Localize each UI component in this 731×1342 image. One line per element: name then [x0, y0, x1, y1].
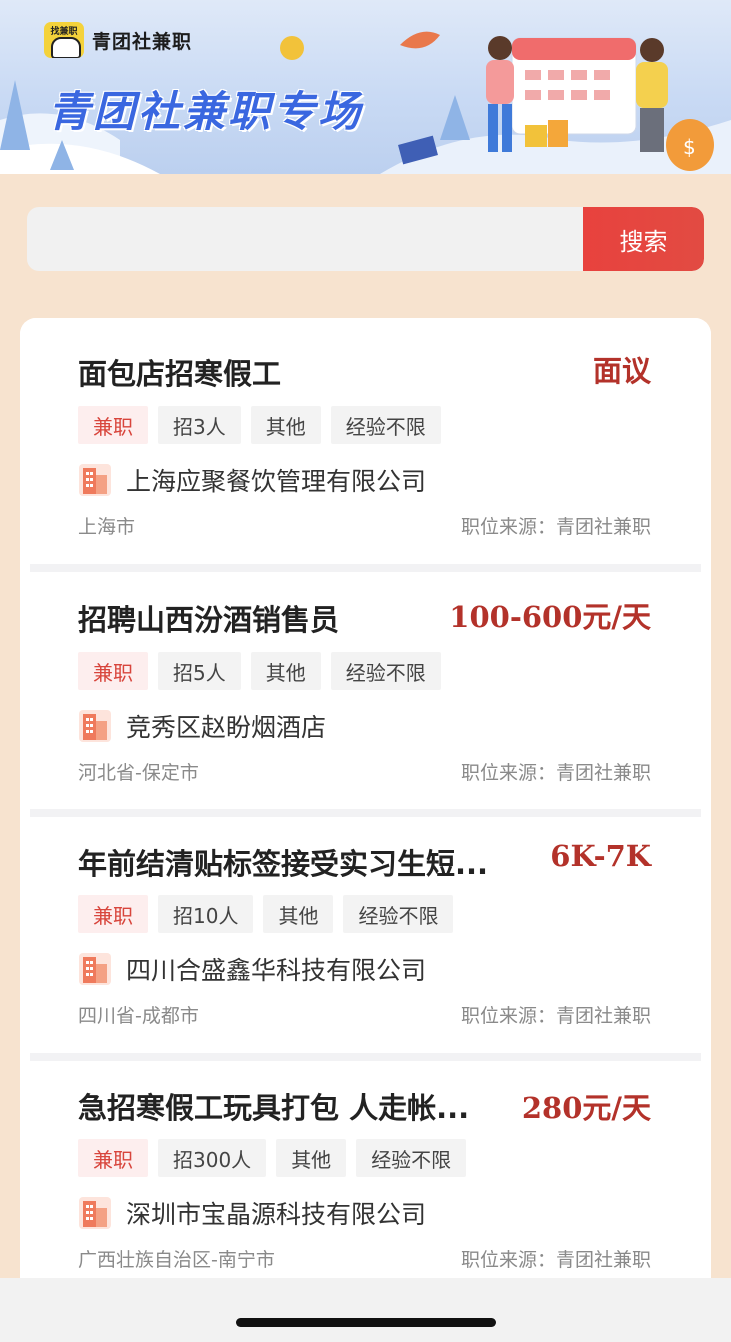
top-banner[interactable]: $ 找兼职 青团社兼职 青团社兼职专场 — [0, 0, 731, 174]
brand-badge-text: 找兼职 — [50, 27, 78, 37]
tag-headcount: 招3人 — [158, 406, 241, 444]
job-tags: 兼职 招5人 其他 经验不限 — [78, 652, 441, 690]
tag-category: 其他 — [263, 895, 334, 933]
job-location: 广西壮族自治区-南宁市 — [78, 1249, 275, 1271]
card-divider — [30, 1053, 701, 1061]
tag-headcount: 招5人 — [158, 652, 241, 690]
card-divider — [30, 564, 701, 572]
banner-title: 青团社兼职专场 — [48, 87, 364, 136]
job-salary: 100-600元/天 — [449, 600, 651, 634]
job-tags: 兼职 招300人 其他 经验不限 — [78, 1139, 467, 1177]
tag-type: 兼职 — [78, 895, 148, 933]
job-card[interactable]: 年前结清贴标签接受实习生短... 6K-7K 兼职 招10人 其他 经验不限 四… — [20, 817, 711, 1057]
tag-category: 其他 — [250, 652, 321, 690]
search-bar: 搜索 — [27, 207, 704, 271]
job-tags: 兼职 招3人 其他 经验不限 — [78, 406, 441, 444]
tag-type: 兼职 — [78, 406, 148, 444]
building-icon — [79, 710, 111, 742]
building-icon — [79, 1197, 111, 1229]
tag-category: 其他 — [250, 406, 321, 444]
job-card[interactable]: 急招寒假工玩具打包 人走帐... 280元/天 兼职 招300人 其他 经验不限… — [20, 1061, 711, 1298]
company-row: 竞秀区赵盼烟酒店 — [78, 708, 326, 744]
job-location: 河北省-保定市 — [78, 762, 199, 784]
job-source: 职位来源：青团社兼职 — [460, 762, 651, 784]
brand-name: 青团社兼职 — [92, 30, 193, 53]
job-location: 四川省-成都市 — [78, 1005, 199, 1027]
card-divider — [30, 809, 701, 817]
job-source: 职位来源：青团社兼职 — [460, 1005, 651, 1027]
job-source: 职位来源：青团社兼职 — [460, 516, 651, 538]
search-input[interactable] — [27, 207, 583, 271]
job-card[interactable]: 面包店招寒假工 面议 兼职 招3人 其他 经验不限 上海应聚餐饮管理有限公司 上… — [20, 318, 711, 558]
job-title: 招聘山西汾酒销售员 — [78, 603, 340, 637]
tag-experience: 经验不限 — [356, 1139, 467, 1177]
job-list: 面包店招寒假工 面议 兼职 招3人 其他 经验不限 上海应聚餐饮管理有限公司 上… — [20, 318, 711, 1298]
company-name: 四川合盛鑫华科技有限公司 — [126, 956, 427, 985]
tag-experience: 经验不限 — [330, 652, 441, 690]
job-salary: 280元/天 — [521, 1091, 651, 1125]
job-location: 上海市 — [78, 516, 136, 538]
job-source: 职位来源：青团社兼职 — [460, 1249, 651, 1271]
brand-logo: 找兼职 — [44, 22, 84, 58]
tag-category: 其他 — [276, 1139, 347, 1177]
building-icon — [79, 464, 111, 496]
company-name: 上海应聚餐饮管理有限公司 — [126, 467, 427, 496]
brand: 找兼职 青团社兼职 — [44, 22, 192, 58]
job-salary: 面议 — [592, 354, 651, 388]
job-card[interactable]: 招聘山西汾酒销售员 100-600元/天 兼职 招5人 其他 经验不限 竞秀区赵… — [20, 572, 711, 812]
company-name: 竞秀区赵盼烟酒店 — [126, 713, 327, 742]
home-indicator[interactable] — [236, 1318, 496, 1327]
tag-experience: 经验不限 — [330, 406, 441, 444]
tag-headcount: 招10人 — [158, 895, 254, 933]
bottom-safe-area — [0, 1278, 731, 1342]
company-row: 深圳市宝晶源科技有限公司 — [78, 1195, 426, 1231]
company-name: 深圳市宝晶源科技有限公司 — [126, 1200, 427, 1229]
svg-text:$: $ — [683, 135, 696, 159]
tag-type: 兼职 — [78, 1139, 148, 1177]
building-icon — [79, 953, 111, 985]
search-button[interactable]: 搜索 — [583, 207, 704, 271]
tag-headcount: 招300人 — [158, 1139, 267, 1177]
job-title: 面包店招寒假工 — [78, 357, 282, 391]
job-title: 急招寒假工玩具打包 人走帐... — [78, 1091, 470, 1125]
company-row: 上海应聚餐饮管理有限公司 — [78, 462, 426, 498]
tag-type: 兼职 — [78, 652, 148, 690]
tag-experience: 经验不限 — [343, 895, 454, 933]
company-row: 四川合盛鑫华科技有限公司 — [78, 951, 426, 987]
job-tags: 兼职 招10人 其他 经验不限 — [78, 895, 454, 933]
job-salary: 6K-7K — [550, 839, 651, 873]
job-title: 年前结清贴标签接受实习生短... — [78, 847, 489, 881]
